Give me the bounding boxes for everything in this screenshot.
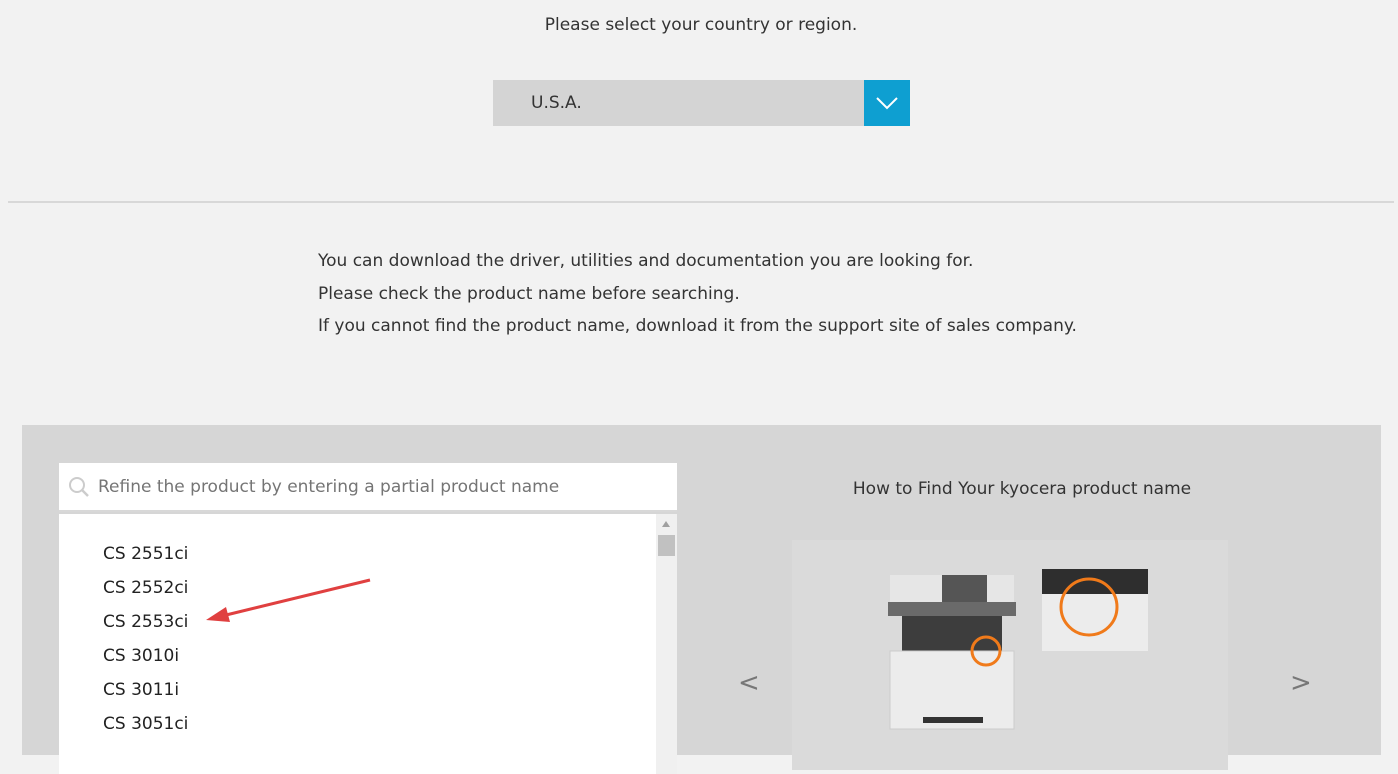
- intro-line: You can download the driver, utilities a…: [318, 251, 974, 271]
- product-list: CS 2551ci CS 2552ci CS 2553ci CS 3010i C…: [59, 514, 677, 774]
- intro-line: If you cannot find the product name, dow…: [318, 316, 1077, 336]
- product-search[interactable]: [59, 463, 677, 512]
- product-item[interactable]: CS 2553ci: [103, 611, 677, 645]
- product-item[interactable]: CS 3051ci: [103, 713, 677, 747]
- product-item[interactable]: CS 2552ci: [103, 577, 677, 611]
- search-icon: [69, 476, 89, 497]
- intro-line: Please check the product name before sea…: [318, 283, 740, 304]
- country-select[interactable]: U.S.A.: [493, 80, 910, 126]
- product-item[interactable]: CS 3010i: [103, 645, 677, 679]
- country-select-value: U.S.A.: [531, 93, 582, 113]
- scroll-thumb[interactable]: [658, 535, 675, 556]
- product-item[interactable]: CS 3011i: [103, 679, 677, 713]
- product-search-input[interactable]: [98, 476, 658, 497]
- printer-image: [792, 540, 1228, 770]
- intro-text: You can download the driver, utilities a…: [318, 245, 1077, 343]
- divider: [8, 201, 1394, 203]
- product-panel: CS 2551ci CS 2552ci CS 2553ci CS 3010i C…: [22, 425, 1381, 774]
- product-item[interactable]: CS 2551ci: [103, 543, 677, 577]
- scroll-up-icon[interactable]: [662, 521, 670, 527]
- howto-title: How to Find Your kyocera product name: [852, 479, 1192, 499]
- scrollbar[interactable]: [656, 514, 677, 774]
- carousel-next[interactable]: >: [1290, 668, 1312, 698]
- carousel-prev[interactable]: <: [738, 668, 760, 698]
- region-title: Please select your country or region.: [544, 15, 858, 35]
- chevron-down-icon[interactable]: [864, 80, 910, 126]
